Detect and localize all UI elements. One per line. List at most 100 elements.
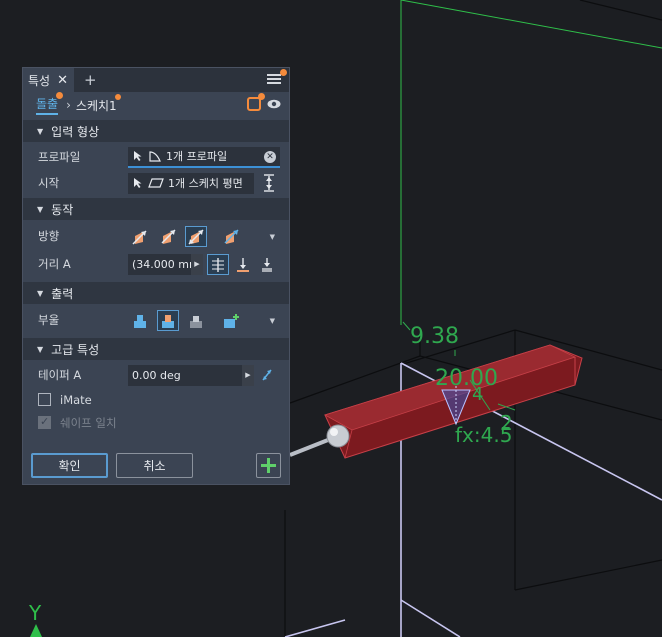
- preset-badge: [258, 93, 265, 100]
- taper-value: 0.00 deg: [132, 368, 181, 382]
- notification-badge: [280, 69, 287, 76]
- direction-label: 방향: [38, 229, 60, 243]
- collapse-caret-icon: ▼: [37, 126, 44, 136]
- direction-dropdown-icon[interactable]: ▼: [270, 233, 275, 241]
- direction-flipped-icon: [161, 228, 176, 244]
- extent-distance-icon: [212, 257, 224, 272]
- distance-input[interactable]: (34.000 mm ▶: [128, 253, 203, 275]
- breadcrumb-sketch-label: 스케치1: [75, 98, 117, 113]
- start-selector[interactable]: 1개 스케치 평면: [128, 172, 254, 194]
- breadcrumb-sketch[interactable]: 스케치1: [75, 93, 121, 114]
- start-label: 시작: [38, 176, 60, 190]
- panel-menu-button[interactable]: [267, 69, 287, 86]
- flip-taper-icon[interactable]: [261, 368, 273, 382]
- plus-icon: [261, 458, 276, 473]
- ok-button[interactable]: 확인: [31, 453, 108, 478]
- start-value: 1개 스케치 평면: [168, 177, 243, 190]
- start-row: 시작 1개 스케치 평면: [23, 170, 289, 196]
- breadcrumb-badge: [56, 92, 64, 99]
- apply-plus-button[interactable]: [256, 453, 281, 478]
- collapse-caret-icon: ▼: [37, 288, 44, 298]
- y-axis-label: Y: [28, 601, 42, 625]
- breadcrumb-extrude-label: 돌출: [36, 97, 59, 111]
- direction-symmetric-button[interactable]: [185, 226, 207, 247]
- direction-symmetric-icon: [188, 228, 204, 245]
- offset-start-icon[interactable]: [263, 174, 275, 192]
- cursor-icon: [134, 151, 142, 161]
- panel-tabbar: 특성 ✕ +: [23, 68, 289, 92]
- boolean-join-button[interactable]: [129, 310, 151, 331]
- section-title: 출력: [51, 286, 74, 301]
- match-shape-row: 쉐이프 일치: [23, 411, 289, 434]
- direction-default-button[interactable]: [129, 226, 151, 247]
- extent-to-button[interactable]: [232, 254, 254, 275]
- boolean-cut-icon: [162, 314, 174, 328]
- boolean-join-icon: [134, 314, 146, 328]
- imate-checkbox[interactable]: [38, 393, 51, 406]
- boolean-cut-button[interactable]: [157, 310, 179, 331]
- boolean-dropdown-icon[interactable]: ▼: [270, 317, 275, 325]
- direction-default-icon: [132, 229, 147, 245]
- taper-label: 테이퍼 A: [38, 368, 82, 382]
- breadcrumb-extrude[interactable]: 돌출: [36, 92, 64, 115]
- direction-asymmetric-button[interactable]: [220, 226, 242, 247]
- breadcrumb: 돌출 › 스케치1: [23, 92, 289, 118]
- boolean-label: 부울: [38, 313, 60, 327]
- boolean-intersect-icon: [190, 315, 202, 328]
- dimension-4[interactable]: 4: [472, 384, 483, 405]
- profile-value: 1개 프로파일: [166, 150, 228, 163]
- cancel-button[interactable]: 취소: [116, 453, 193, 478]
- boolean-new-solid-button[interactable]: [220, 310, 242, 331]
- new-solid-icon: [224, 313, 239, 328]
- properties-panel: 특성 ✕ + 돌출 › 스케치1 ▼ 입력 형상 프로파일 1개 프로파일 ✕ …: [22, 67, 290, 485]
- dimension-20-00[interactable]: 20.00: [435, 366, 498, 391]
- direction-flipped-button[interactable]: [157, 226, 179, 247]
- tab-close-icon[interactable]: ✕: [57, 73, 68, 88]
- clear-selection-icon[interactable]: ✕: [264, 150, 276, 163]
- taper-row: 테이퍼 A 0.00 deg ▶: [23, 362, 289, 388]
- extent-through-all-button[interactable]: [256, 254, 278, 275]
- panel-buttons: 확인 취소: [31, 453, 281, 479]
- section-input-geometry[interactable]: ▼ 입력 형상: [23, 120, 289, 142]
- extent-through-all-icon: [262, 257, 272, 272]
- taper-arrow-icon[interactable]: ▶: [242, 364, 254, 386]
- preset-icon[interactable]: [247, 93, 265, 111]
- direction-asymmetric-icon: [224, 228, 239, 244]
- profile-row: 프로파일 1개 프로파일 ✕: [23, 144, 289, 170]
- extent-to-icon: [237, 257, 249, 272]
- collapse-caret-icon: ▼: [37, 344, 44, 354]
- dimension-9-38[interactable]: 9.38: [410, 324, 459, 349]
- section-behavior[interactable]: ▼ 동작: [23, 198, 289, 220]
- imate-row[interactable]: iMate: [23, 388, 289, 411]
- profile-label: 프로파일: [38, 150, 81, 164]
- sketch-plane-icon: [148, 178, 164, 188]
- distance-arrow-icon[interactable]: ▶: [191, 253, 203, 275]
- profile-selector[interactable]: 1개 프로파일 ✕: [128, 146, 280, 168]
- tab-label: 특성: [28, 73, 51, 88]
- section-title: 입력 형상: [51, 124, 100, 139]
- breadcrumb-separator: ›: [66, 98, 71, 112]
- dimension-fx[interactable]: fx:4.5: [455, 423, 512, 447]
- section-title: 동작: [51, 202, 74, 217]
- boolean-intersect-button[interactable]: [185, 310, 207, 331]
- distance-value: (34.000 mm: [132, 257, 200, 271]
- distance-row: 거리 A (34.000 mm ▶: [23, 251, 289, 277]
- imate-label: iMate: [60, 392, 92, 407]
- taper-input[interactable]: 0.00 deg ▶: [128, 364, 254, 386]
- eye-icon[interactable]: [267, 99, 281, 109]
- extent-distance-button[interactable]: [207, 254, 229, 275]
- tab-properties[interactable]: 특성 ✕: [23, 68, 75, 92]
- section-output[interactable]: ▼ 출력: [23, 282, 289, 304]
- direction-row: 방향 ▼: [23, 223, 289, 249]
- distance-label: 거리 A: [38, 257, 71, 271]
- section-advanced[interactable]: ▼ 고급 특성: [23, 338, 289, 360]
- cursor-icon: [134, 178, 142, 188]
- match-shape-checkbox: [38, 415, 51, 429]
- sketch-badge: [114, 93, 121, 100]
- section-title: 고급 특성: [51, 342, 100, 357]
- add-tab-button[interactable]: +: [84, 71, 97, 89]
- profile-shape-icon: [149, 151, 161, 162]
- collapse-caret-icon: ▼: [37, 204, 44, 214]
- boolean-row: 부울 ▼: [23, 307, 289, 333]
- match-shape-label: 쉐이프 일치: [60, 415, 117, 430]
